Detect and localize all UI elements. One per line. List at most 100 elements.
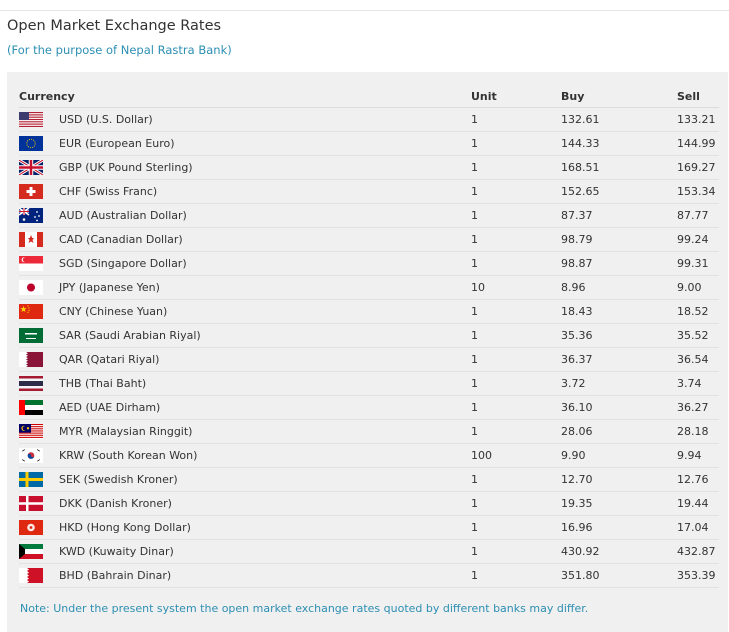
currency-name: GBP (UK Pound Sterling) xyxy=(59,155,471,180)
kw-flag-icon xyxy=(19,544,43,559)
table-row: EUR (European Euro) 1 144.33 144.99 xyxy=(19,131,719,156)
flag-cell xyxy=(19,539,59,564)
sell-rate: 87.77 xyxy=(677,203,719,228)
flag-cell xyxy=(19,371,59,396)
sell-rate: 28.18 xyxy=(677,419,719,444)
unit-value: 1 xyxy=(471,131,561,156)
sell-rate: 17.04 xyxy=(677,515,719,540)
flag-cell xyxy=(19,131,59,156)
table-row: MYR (Malaysian Ringgit) 1 28.06 28.18 xyxy=(19,419,719,444)
buy-rate: 351.80 xyxy=(561,563,677,588)
buy-rate: 144.33 xyxy=(561,131,677,156)
sell-rate: 36.54 xyxy=(677,347,719,372)
exchange-rates-table: Currency Unit Buy Sell USD (U.S. Dollar)… xyxy=(19,85,719,588)
currency-name: HKD (Hong Kong Dollar) xyxy=(59,515,471,540)
ca-flag-icon xyxy=(19,232,43,247)
unit-value: 1 xyxy=(471,563,561,588)
flag-cell xyxy=(19,515,59,540)
unit-value: 1 xyxy=(471,227,561,252)
unit-value: 1 xyxy=(471,299,561,324)
currency-name: MYR (Malaysian Ringgit) xyxy=(59,419,471,444)
rates-panel: Currency Unit Buy Sell USD (U.S. Dollar)… xyxy=(7,72,728,632)
flag-cell xyxy=(19,299,59,324)
sell-rate: 12.76 xyxy=(677,467,719,492)
table-row: CAD (Canadian Dollar) 1 98.79 99.24 xyxy=(19,227,719,252)
sell-rate: 169.27 xyxy=(677,155,719,180)
flag-cell xyxy=(19,203,59,228)
flag-cell xyxy=(19,395,59,420)
buy-rate: 9.90 xyxy=(561,443,677,468)
buy-rate: 35.36 xyxy=(561,323,677,348)
table-row: SAR (Saudi Arabian Riyal) 1 35.36 35.52 xyxy=(19,323,719,348)
sell-rate: 353.39 xyxy=(677,563,719,588)
sell-rate: 133.21 xyxy=(677,107,719,132)
eu-flag-icon xyxy=(19,136,43,151)
gb-flag-icon xyxy=(19,160,43,175)
unit-value: 1 xyxy=(471,395,561,420)
table-row: USD (U.S. Dollar) 1 132.61 133.21 xyxy=(19,107,719,132)
flag-cell xyxy=(19,155,59,180)
disclaimer-note: Note: Under the present system the open … xyxy=(20,602,589,615)
table-header-row: Currency Unit Buy Sell xyxy=(19,85,719,108)
currency-name: KWD (Kuwaity Dinar) xyxy=(59,539,471,564)
unit-value: 1 xyxy=(471,515,561,540)
currency-name: JPY (Japanese Yen) xyxy=(59,275,471,300)
table-row: DKK (Danish Kroner) 1 19.35 19.44 xyxy=(19,491,719,516)
table-row: BHD (Bahrain Dinar) 1 351.80 353.39 xyxy=(19,563,719,588)
unit-value: 1 xyxy=(471,419,561,444)
us-flag-icon xyxy=(19,112,43,127)
buy-rate: 19.35 xyxy=(561,491,677,516)
unit-value: 1 xyxy=(471,107,561,132)
flag-cell xyxy=(19,443,59,468)
sell-rate: 9.00 xyxy=(677,275,719,300)
currency-name: DKK (Danish Kroner) xyxy=(59,491,471,516)
page-subtitle: (For the purpose of Nepal Rastra Bank) xyxy=(7,43,232,57)
top-divider xyxy=(0,10,729,11)
buy-rate: 98.87 xyxy=(561,251,677,276)
flag-cell xyxy=(19,323,59,348)
currency-name: QAR (Qatari Riyal) xyxy=(59,347,471,372)
table-row: SEK (Swedish Kroner) 1 12.70 12.76 xyxy=(19,467,719,492)
currency-name: KRW (South Korean Won) xyxy=(59,443,471,468)
currency-name: SAR (Saudi Arabian Riyal) xyxy=(59,323,471,348)
sell-rate: 144.99 xyxy=(677,131,719,156)
currency-name: CAD (Canadian Dollar) xyxy=(59,227,471,252)
buy-rate: 98.79 xyxy=(561,227,677,252)
unit-value: 1 xyxy=(471,491,561,516)
table-row: GBP (UK Pound Sterling) 1 168.51 169.27 xyxy=(19,155,719,180)
flag-cell xyxy=(19,251,59,276)
table-row: SGD (Singapore Dollar) 1 98.87 99.31 xyxy=(19,251,719,276)
flag-cell xyxy=(19,347,59,372)
th-flag-icon xyxy=(19,376,43,391)
buy-rate: 168.51 xyxy=(561,155,677,180)
sa-flag-icon xyxy=(19,328,43,343)
ae-flag-icon xyxy=(19,400,43,415)
buy-rate: 36.37 xyxy=(561,347,677,372)
cn-flag-icon xyxy=(19,304,43,319)
buy-rate: 3.72 xyxy=(561,371,677,396)
unit-value: 1 xyxy=(471,203,561,228)
table-row: HKD (Hong Kong Dollar) 1 16.96 17.04 xyxy=(19,515,719,540)
buy-rate: 16.96 xyxy=(561,515,677,540)
hk-flag-icon xyxy=(19,520,43,535)
table-row: QAR (Qatari Riyal) 1 36.37 36.54 xyxy=(19,347,719,372)
unit-value: 1 xyxy=(471,467,561,492)
currency-name: CNY (Chinese Yuan) xyxy=(59,299,471,324)
sell-rate: 99.31 xyxy=(677,251,719,276)
dk-flag-icon xyxy=(19,496,43,511)
sell-rate: 99.24 xyxy=(677,227,719,252)
currency-name: AUD (Australian Dollar) xyxy=(59,203,471,228)
sell-rate: 9.94 xyxy=(677,443,719,468)
currency-name: USD (U.S. Dollar) xyxy=(59,107,471,132)
flag-cell xyxy=(19,227,59,252)
currency-name: EUR (European Euro) xyxy=(59,131,471,156)
buy-rate: 28.06 xyxy=(561,419,677,444)
unit-value: 1 xyxy=(471,539,561,564)
my-flag-icon xyxy=(19,424,43,439)
flag-cell xyxy=(19,419,59,444)
flag-cell xyxy=(19,491,59,516)
flag-cell xyxy=(19,467,59,492)
flag-cell xyxy=(19,275,59,300)
buy-rate: 8.96 xyxy=(561,275,677,300)
jp-flag-icon xyxy=(19,280,43,295)
